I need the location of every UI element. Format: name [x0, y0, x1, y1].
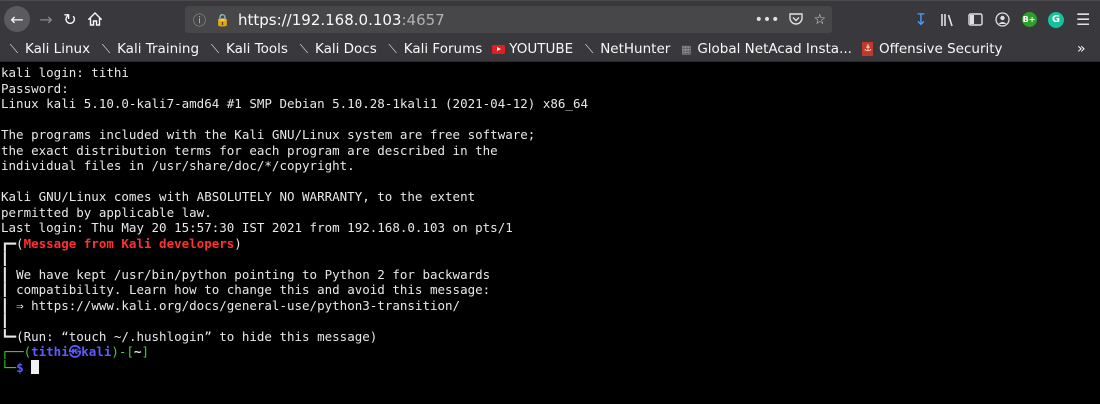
account-icon[interactable] [993, 11, 1011, 29]
hamburger-menu-icon[interactable]: ☰ [1076, 10, 1090, 29]
kali-dragon-icon: ⟍ [388, 41, 397, 56]
library-icon[interactable] [939, 11, 957, 29]
shell-input-line[interactable]: └─$ [1, 359, 1100, 376]
back-button[interactable]: ← [4, 6, 30, 32]
bookmark-offensive-security[interactable]: ⚓ Offensive Security [861, 37, 1003, 62]
bookmark-kali-tools[interactable]: ⟍ Kali Tools [208, 37, 288, 62]
terminal-line: The programs included with the Kali GNU/… [1, 127, 536, 142]
bookmark-kali-linux[interactable]: ⟍ Kali Linux [7, 37, 90, 62]
terminal-cursor [31, 359, 40, 374]
bookmark-kali-training[interactable]: ⟍ Kali Training [99, 37, 199, 62]
lock-icon[interactable]: 🔒 [215, 13, 230, 27]
bookmark-label: Kali Forums [403, 41, 483, 57]
url-bar[interactable]: ⓘ 🔒 https://192.168.0.103:4657 ••• ☆ [185, 6, 832, 33]
sidebar-icon[interactable] [966, 11, 984, 29]
bookmark-label: Global NetAcad Insta... [697, 41, 852, 57]
bookmark-label: YOUTUBE [509, 41, 574, 57]
url-port: :4657 [401, 10, 445, 29]
message-box-line: ┃ [1, 251, 17, 266]
reload-icon: ↻ [63, 9, 77, 29]
terminal-line: the exact distribution terms for each pr… [1, 142, 498, 158]
bookmark-kali-forums[interactable]: ⟍ Kali Forums [386, 37, 483, 62]
youtube-icon [491, 44, 505, 54]
bookmark-label: Kali Linux [25, 41, 91, 57]
kali-dragon-icon: ⟍ [210, 41, 220, 56]
download-icon[interactable]: ↧ [912, 10, 930, 29]
bookmark-kali-docs[interactable]: ⟍ Kali Docs [297, 37, 377, 62]
page-actions-icon[interactable]: ••• [755, 12, 780, 28]
site-info-icon[interactable]: ⓘ [193, 10, 206, 29]
terminal-line: Kali GNU/Linux comes with ABSOLUTELY NO … [1, 189, 476, 204]
message-box-line: ┃ compatibility. Learn how to change thi… [1, 282, 491, 297]
bookmark-label: Kali Docs [314, 41, 377, 57]
arrow-left-icon: ← [10, 9, 24, 29]
kali-dragon-icon: ⟍ [9, 41, 19, 56]
message-box-footer: ┗━(Run: “touch ~/.hushlogin” to hide thi… [1, 328, 378, 344]
terminal-window[interactable]: kali login: tithi Password: Linux kali 5… [0, 62, 1100, 404]
bookmark-label: Offensive Security [878, 41, 1003, 57]
shell-prompt-line: ┌──(tithi㉿kali)-[~] [1, 344, 149, 359]
bookmarks-bar: ⟍ Kali Linux ⟍ Kali Training ⟍ Kali Tool… [0, 37, 1100, 62]
message-box-line: ┃ [1, 313, 17, 328]
url-host: https://192.168.0.103 [237, 10, 402, 29]
netacad-icon: ▦ [681, 42, 692, 56]
bookmark-nethunter[interactable]: ⟍ NetHunter [582, 37, 670, 62]
arrow-right-icon: → [39, 9, 53, 29]
bookmark-label: Kali Training [117, 41, 200, 57]
home-button[interactable] [82, 6, 108, 32]
kali-dragon-icon: ⟍ [585, 41, 594, 56]
bookmark-youtube[interactable]: YOUTUBE [491, 37, 573, 62]
terminal-line: permitted by applicable law. [1, 204, 212, 220]
bookmark-star-icon[interactable]: ☆ [813, 12, 826, 28]
url-text[interactable]: https://192.168.0.103:4657 [238, 11, 445, 29]
message-box-title: Message from Kali developers [23, 235, 235, 251]
bookmark-label: NetHunter [600, 41, 671, 57]
bookmarks-overflow-icon[interactable]: » [1077, 41, 1086, 57]
browser-toolbar: ← → ↻ ⓘ 🔒 https://192.168.0.103:4657 •••… [0, 0, 1100, 37]
terminal-line: Password: [1, 80, 69, 96]
kali-dragon-icon: ⟍ [101, 41, 111, 56]
home-icon [88, 12, 102, 26]
bookmark-global-netacad[interactable]: ▦ Global NetAcad Insta... [679, 37, 852, 62]
prompt-user: tithi㉿kali [31, 344, 112, 359]
extension-bplus-icon[interactable]: B+ [1020, 11, 1038, 29]
terminal-line: individual files in /usr/share/doc/*/cop… [1, 158, 355, 173]
forward-button[interactable]: → [33, 6, 59, 32]
reload-button[interactable]: ↻ [57, 6, 83, 32]
kali-dragon-icon: ⟍ [299, 41, 309, 56]
message-box-line: ┃ ⇒ https://www.kali.org/docs/general-us… [1, 297, 461, 313]
bookmark-label: Kali Tools [226, 41, 288, 57]
offsec-icon: ⚓ [862, 42, 874, 56]
pocket-icon[interactable] [789, 13, 804, 26]
message-box-header: ┏━(Message from Kali developers) [1, 235, 242, 251]
grammarly-icon[interactable]: G [1047, 11, 1065, 29]
terminal-line: Last login: Thu May 20 15:57:30 IST 2021… [1, 220, 513, 235]
prompt-symbol: $ [16, 359, 24, 375]
terminal-line: kali login: tithi [1, 65, 129, 80]
message-box-line: ┃ We have kept /usr/bin/python pointing … [1, 266, 491, 282]
terminal-line: Linux kali 5.10.0-kali7-amd64 #1 SMP Deb… [1, 96, 588, 111]
